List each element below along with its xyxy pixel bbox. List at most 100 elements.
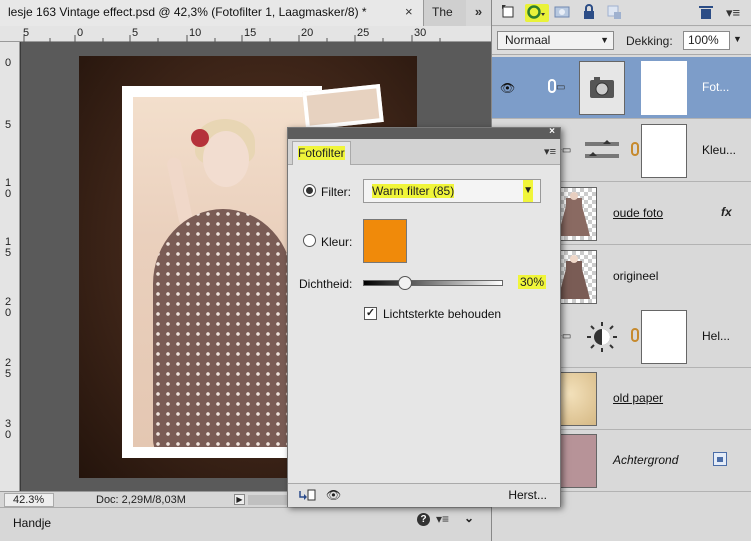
blend-mode-value: Normaal (505, 33, 551, 47)
layer-name: old paper (613, 391, 664, 405)
visibility-eye-icon[interactable]: 👁 (500, 81, 515, 95)
ruler-tick-label: 5 (23, 27, 30, 39)
ruler-tick-label: 0 (77, 27, 84, 39)
dialog-titlebar[interactable]: × (288, 126, 560, 139)
tab-fotofilter[interactable]: Fotofilter (292, 141, 351, 165)
layer-mask-thumbnail[interactable] (641, 124, 687, 178)
panel-menu-icon[interactable]: ▾≡ (544, 145, 556, 158)
ruler-tick-label: 20 (4, 296, 12, 319)
zoom-field[interactable]: 42.3% (4, 493, 54, 507)
document-tab-label: lesje 163 Vintage effect.psd @ 42,3% (Fo… (8, 5, 367, 19)
layer-row-fotofilter[interactable]: 👁 ▭ Fot... (492, 57, 751, 119)
ruler-tick-label: 10 (4, 177, 12, 200)
color-label: Kleur: (321, 235, 353, 249)
head-shape (203, 131, 249, 187)
polka-dot-dress (153, 209, 293, 447)
blend-row: Normaal ▼ Dekking: 100% ▼ (492, 27, 751, 55)
layer-name: Achtergrond (613, 453, 679, 467)
filter-radio[interactable] (303, 184, 316, 197)
filter-label: Filter: (321, 185, 351, 199)
adjustment-thumbnail (579, 61, 625, 115)
ruler-tick-label: 10 (189, 27, 202, 39)
close-icon[interactable]: × (549, 126, 555, 137)
ruler-tick-label: 25 (4, 357, 12, 380)
status-menu-arrow-icon[interactable]: ▶ (234, 494, 245, 505)
ruler-tick-label: 30 (414, 27, 427, 39)
trash-icon[interactable] (697, 4, 715, 22)
lock-transparency-icon[interactable] (605, 4, 623, 22)
document-tab-active[interactable]: lesje 163 Vintage effect.psd @ 42,3% (Fo… (0, 0, 424, 26)
document-tab-bar: lesje 163 Vintage effect.psd @ 42,3% (Fo… (0, 0, 491, 26)
tool-name: Handje (13, 516, 52, 530)
link-icon[interactable] (631, 328, 639, 342)
filter-value: Warm filter (85) (372, 184, 455, 198)
doc-size-info: Doc: 2,29M/8,03M (96, 494, 186, 506)
tab-label: Fotofilter (298, 146, 345, 160)
ruler-tick-label: 15 (4, 236, 12, 259)
clip-to-layer-icon[interactable] (298, 488, 316, 505)
ruler-left: 0 5 10 15 20 25 30 (0, 42, 20, 491)
layer-name: Kleu... (702, 143, 737, 157)
dialog-tab-row: Fotofilter ▾≡ (288, 139, 560, 165)
horizontal-scrollbar[interactable] (248, 495, 288, 505)
density-value[interactable]: 30% (506, 273, 546, 291)
ruler-tick-label: 0 (4, 57, 12, 69)
color-radio[interactable] (303, 234, 316, 247)
density-slider[interactable] (363, 276, 503, 290)
fotofilter-dialog: × Fotofilter ▾≡ Filter: Warm filter (85)… (287, 126, 561, 507)
preserve-luminosity-label: Lichtsterkte behouden (383, 307, 502, 321)
document-tab-inactive[interactable]: The (424, 0, 466, 26)
chevron-down-icon[interactable]: ⌄ (464, 511, 474, 525)
layer-lock-icon[interactable] (713, 452, 727, 466)
caret-down-icon[interactable]: ▼ (733, 34, 742, 44)
color-swatch[interactable] (363, 219, 407, 263)
reset-button[interactable]: Herst... (508, 488, 547, 502)
layer-name: Hel... (702, 329, 731, 343)
dialog-footer: 👁 Herst... (288, 483, 560, 507)
ruler-tick-label: 30 (4, 418, 12, 441)
ruler-tick-label: 5 (132, 27, 139, 39)
slider-thumb[interactable] (398, 276, 412, 290)
new-adjustment-layer-icon[interactable] (525, 4, 549, 22)
new-layer-icon[interactable] (500, 4, 518, 22)
layer-clip-icon: ▭ (556, 82, 566, 93)
opacity-field[interactable]: 100% (683, 31, 730, 50)
ruler-tick-label: 15 (244, 27, 257, 39)
adjustment-thumbnail (579, 124, 625, 178)
density-label: Dichtheid: (299, 277, 353, 291)
close-icon[interactable]: × (405, 4, 413, 19)
layer-name: origineel (613, 269, 659, 283)
layer-name: oude foto (613, 206, 664, 220)
lock-icon[interactable] (580, 4, 598, 22)
blend-mode-select[interactable]: Normaal ▼ (497, 31, 614, 50)
tool-options-panel: Handje ? ▾≡ ⌄ (0, 507, 491, 541)
panel-menu-icon[interactable]: ▾≡ (436, 512, 449, 526)
document-tab-label: The (432, 5, 453, 19)
opacity-label: Dekking: (626, 34, 673, 48)
density-value-text: 30% (517, 275, 546, 289)
link-icon[interactable] (548, 79, 556, 93)
caret-down-icon: ▼ (600, 35, 609, 45)
vintage-photo (133, 97, 311, 447)
eye-icon[interactable]: 👁 (326, 488, 341, 502)
tab-overflow-button[interactable]: » (466, 0, 491, 26)
brightness-icon (579, 310, 625, 364)
panel-menu-icon[interactable]: ▾≡ (724, 4, 742, 22)
layer-mask-icon[interactable] (553, 4, 571, 22)
fx-icon[interactable]: fx (721, 205, 732, 219)
ruler-tick-label: 5 (4, 119, 12, 131)
caret-down-icon: ▼ (523, 180, 533, 202)
preserve-luminosity-checkbox[interactable]: ✓ (364, 307, 377, 320)
layers-toolbar: ▾≡ (492, 0, 751, 26)
help-icon[interactable]: ? (417, 513, 430, 526)
filter-select[interactable]: Warm filter (85) ▼ (363, 179, 541, 203)
layer-mask-thumbnail[interactable] (641, 61, 687, 115)
slider-track (363, 280, 503, 286)
flower-shape (191, 129, 209, 147)
ruler-tick-label: 25 (357, 27, 370, 39)
ruler-tick-label: 20 (301, 27, 314, 39)
link-icon[interactable] (631, 142, 639, 156)
layer-mask-thumbnail[interactable] (641, 310, 687, 364)
torn-photo-scrap (302, 84, 384, 130)
ruler-top: 5 0 5 10 15 20 25 30 (0, 26, 491, 42)
